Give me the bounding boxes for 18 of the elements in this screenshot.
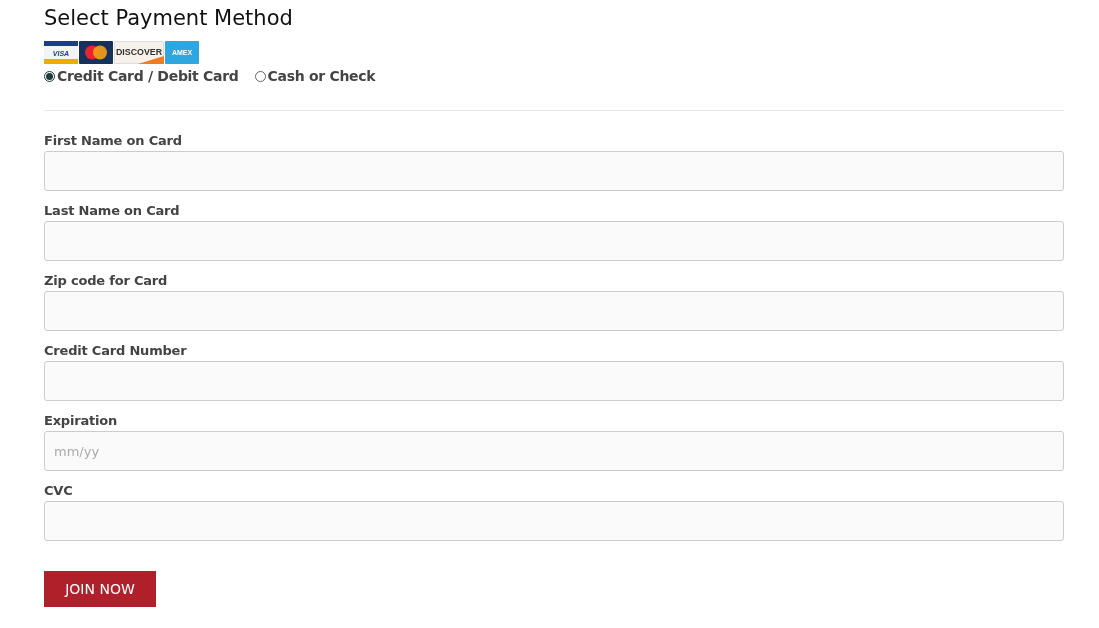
field-label: CVC (44, 482, 74, 500)
input-field[interactable] (44, 151, 1064, 191)
join-now-button[interactable]: JOIN NOW (44, 571, 156, 607)
input-field[interactable] (44, 501, 1064, 541)
field-label: Last Name on Card (44, 202, 181, 220)
input-field[interactable] (44, 361, 1064, 401)
field-label: Zip code for Card (44, 272, 169, 290)
field-label: First Name on Card (44, 132, 183, 150)
field-label: Credit Card Number (44, 342, 188, 360)
input-field[interactable]: mm/yy (44, 431, 1064, 471)
section-title: Select Payment Method (44, 5, 294, 32)
payment-option[interactable]: Credit Card / Debit Card (44, 67, 239, 85)
payment-option[interactable]: Cash or Check (254, 67, 376, 85)
input-field[interactable] (44, 291, 1064, 331)
input-field[interactable] (44, 221, 1064, 261)
field-label: Expiration (44, 412, 119, 430)
card-logo-icon: DISCOVER (114, 41, 164, 64)
card-logo-icon (79, 41, 113, 64)
